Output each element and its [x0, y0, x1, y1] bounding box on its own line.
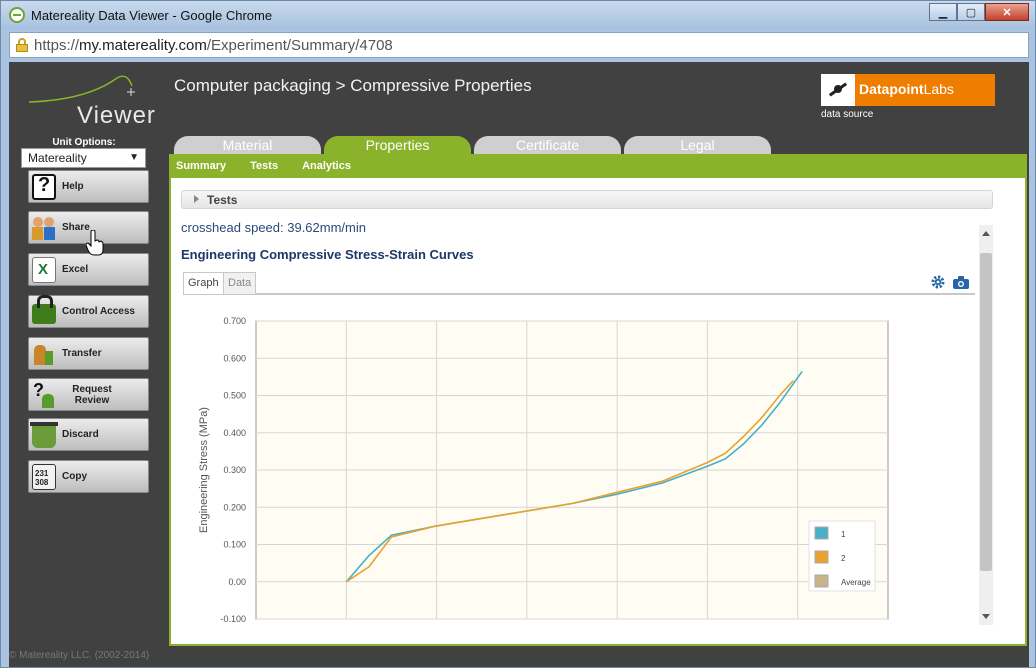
tab-certificate[interactable]: Certificate — [474, 136, 621, 154]
tab-material[interactable]: Material — [174, 136, 321, 154]
share-icon — [32, 215, 56, 241]
chevron-down-icon: ▼ — [129, 152, 139, 163]
sub-navigation: Summary Tests Analytics — [169, 154, 1027, 178]
help-icon — [32, 173, 56, 200]
y-tick-label: 0.600 — [223, 353, 246, 363]
y-tick-label: 0.700 — [223, 316, 246, 326]
main-tabs: Material Properties Certificate Legal — [174, 136, 1024, 154]
app-icon — [9, 7, 25, 23]
y-axis-label: Engineering Stress (MPa) — [198, 407, 210, 533]
legend-label: 1 — [841, 530, 846, 539]
url-text[interactable]: https://my.matereality.com/Experiment/Su… — [34, 37, 393, 54]
legend-swatch — [814, 574, 829, 588]
y-tick-label: 0.400 — [223, 428, 246, 438]
viewer-logo: Viewer — [27, 72, 157, 132]
properties-panel: Tests crosshead speed: 39.62mm/min Engin… — [169, 178, 1027, 646]
y-tick-label: 0.500 — [223, 391, 246, 401]
excel-button[interactable]: Excel — [28, 253, 149, 286]
expand-arrow-icon — [194, 195, 199, 203]
legend-swatch — [814, 550, 829, 564]
chart-svg: -0.100 0.00 0.100 0.200 0.300 0.400 0.500 0.600… — [198, 316, 889, 624]
tab-data[interactable]: Data — [223, 272, 257, 294]
unit-options-label: Unit Options: — [52, 137, 116, 148]
copy-icon — [32, 463, 56, 490]
scroll-down-icon[interactable] — [982, 614, 990, 619]
subnav-analytics[interactable]: Analytics — [302, 160, 351, 172]
chart-heading: Engineering Compressive Stress-Strain Cu… — [181, 247, 474, 262]
stress-strain-chart: -0.100 0.00 0.100 0.200 0.300 0.400 0.500 0.600… — [181, 303, 973, 643]
y-tick-label: 0.100 — [223, 540, 246, 550]
tests-section-toggle[interactable]: Tests — [181, 190, 993, 209]
secure-lock-icon — [16, 38, 28, 52]
transfer-button[interactable]: Transfer — [28, 337, 149, 370]
legend-swatch — [814, 526, 829, 540]
discard-button[interactable]: Discard — [28, 418, 149, 451]
y-tick-label: -0.100 — [220, 614, 246, 624]
request-review-button[interactable]: Request Review — [28, 378, 149, 411]
window-controls: ▁ ▢ ✕ — [929, 3, 1029, 21]
panel-scrollbar[interactable] — [979, 225, 993, 625]
tab-graph[interactable]: Graph — [183, 272, 224, 294]
scroll-thumb[interactable] — [980, 253, 992, 571]
title-bar: Matereality Data Viewer - Google Chrome … — [1, 1, 1035, 29]
gear-icon[interactable] — [931, 275, 945, 289]
minimize-button[interactable]: ▁ — [929, 3, 957, 21]
help-button[interactable]: Help — [28, 170, 149, 203]
app-content: Viewer Computer packaging > Compressive … — [9, 62, 1029, 667]
control-access-button[interactable]: Control Access — [28, 294, 149, 328]
y-tick-label: 0.200 — [223, 502, 246, 512]
copyright-footer: © Matereality LLC. (2002-2014) — [9, 650, 150, 661]
subnav-tests[interactable]: Tests — [250, 160, 278, 172]
camera-icon[interactable] — [953, 276, 969, 289]
request-review-icon — [32, 380, 56, 408]
discard-icon — [30, 421, 58, 448]
datapoint-mark-icon — [821, 74, 855, 106]
transfer-icon — [32, 341, 56, 367]
datapoint-labs-logo[interactable]: DatapointLabs — [821, 74, 995, 106]
copy-button[interactable]: Copy — [28, 460, 149, 493]
legend-label: 2 — [841, 554, 846, 563]
close-button[interactable]: ✕ — [985, 3, 1029, 21]
window-title: Matereality Data Viewer - Google Chrome — [31, 8, 273, 23]
lock-icon — [32, 294, 56, 324]
legend-label: Average — [841, 578, 871, 587]
maximize-button[interactable]: ▢ — [957, 3, 985, 21]
browser-window: Matereality Data Viewer - Google Chrome … — [0, 0, 1036, 668]
breadcrumb: Computer packaging > Compressive Propert… — [174, 76, 532, 95]
tab-properties[interactable]: Properties — [324, 136, 471, 154]
logo-text: Viewer — [77, 102, 156, 129]
data-source-caption: data source — [821, 109, 874, 120]
graph-data-tabs: Graph Data — [183, 270, 975, 295]
excel-icon — [32, 256, 56, 283]
hand-cursor-icon — [86, 230, 104, 256]
y-tick-label: 0.300 — [223, 465, 246, 475]
scroll-up-icon[interactable] — [982, 231, 990, 236]
unit-options-select[interactable]: Matereality ▼ — [21, 148, 146, 168]
tab-legal[interactable]: Legal — [624, 136, 771, 154]
address-bar[interactable]: https://my.matereality.com/Experiment/Su… — [9, 32, 1029, 58]
crosshead-speed: crosshead speed: 39.62mm/min — [181, 220, 366, 235]
subnav-summary[interactable]: Summary — [176, 160, 226, 172]
y-tick-label: 0.00 — [228, 577, 246, 587]
